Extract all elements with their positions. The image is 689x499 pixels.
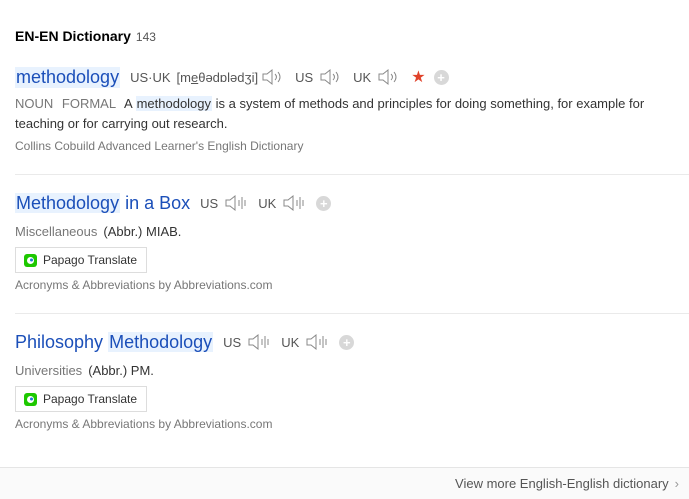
papago-icon: [24, 253, 37, 267]
entry-headline: Philosophy Methodology US UK +: [15, 329, 689, 355]
speaker-icon[interactable]: [261, 68, 287, 86]
papago-translate-button[interactable]: Papago Translate: [15, 247, 148, 273]
definition: NOUN FORMAL A methodology is a system of…: [15, 94, 687, 134]
pronunciation: US UK: [200, 194, 316, 212]
entry-philosophy-methodology: Philosophy Methodology US UK + Universit…: [15, 329, 689, 431]
papago-label: Papago Translate: [43, 253, 138, 267]
plus-icon[interactable]: +: [339, 334, 355, 350]
pronunciation: US·UK [meθədɒlədʒi] US UK: [130, 68, 411, 86]
abbreviation: (Abbr.) PM.: [88, 363, 154, 378]
view-more-link[interactable]: View more English-English dictionary ›: [455, 476, 679, 491]
us-label: US: [295, 69, 314, 85]
papago-label: Papago Translate: [43, 392, 138, 406]
headword-rest: in a Box: [125, 192, 191, 213]
speaker-icon[interactable]: [319, 68, 345, 86]
register-label: FORMAL: [61, 96, 117, 111]
entry-methodology: methodology US·UK [meθədɒlədʒi] US UK ★: [15, 64, 689, 153]
speaker-wave-icon[interactable]: [305, 333, 331, 351]
divider: [15, 313, 689, 314]
entry-headline: methodology US·UK [meθədɒlədʒi] US UK ★: [15, 64, 689, 90]
us-label: US: [200, 195, 219, 211]
uk-label: UK: [353, 69, 372, 85]
dictionary-source: Collins Cobuild Advanced Learner's Engli…: [15, 139, 304, 153]
headword-highlight: Methodology: [108, 331, 214, 352]
view-more-label: View more English-English dictionary: [455, 476, 669, 491]
speaker-wave-icon[interactable]: [224, 194, 250, 212]
uk-label: UK: [258, 195, 277, 211]
abbreviation: (Abbr.) MIAB.: [103, 224, 182, 239]
plus-icon[interactable]: +: [433, 69, 449, 85]
definition-headword: methodology: [135, 96, 213, 111]
star-icon[interactable]: ★: [411, 67, 425, 87]
pron-label: US·UK: [130, 69, 171, 85]
entry-methodology-in-a-box: Methodology in a Box US UK + Miscellaneo…: [15, 190, 689, 292]
papago-translate-button[interactable]: Papago Translate: [15, 386, 148, 412]
footer-bar: View more English-English dictionary ›: [0, 467, 689, 499]
category-label: Universities: [15, 363, 83, 378]
headword-highlight: Methodology: [15, 192, 121, 213]
us-label: US: [223, 334, 242, 350]
headword-first: Philosophy: [15, 331, 104, 352]
uk-label: UK: [281, 334, 300, 350]
speaker-wave-icon[interactable]: [247, 333, 273, 351]
chevron-right-icon: ›: [674, 476, 679, 491]
plus-icon[interactable]: +: [316, 195, 332, 211]
dictionary-header: EN-EN Dictionary 143: [15, 28, 156, 44]
definition-prefix: A: [123, 96, 132, 111]
headword-link[interactable]: Philosophy Methodology: [15, 331, 214, 353]
dictionary-source: Acronyms & Abbreviations by Abbreviation…: [15, 278, 273, 292]
divider: [15, 174, 689, 175]
speaker-icon[interactable]: [377, 68, 403, 86]
dictionary-source: Acronyms & Abbreviations by Abbreviation…: [15, 417, 273, 431]
speaker-wave-icon[interactable]: [282, 194, 308, 212]
dictionary-title: EN-EN Dictionary: [15, 28, 131, 44]
part-of-speech: NOUN: [15, 96, 54, 111]
result-count: 143: [135, 30, 156, 44]
entry-category: Universities (Abbr.) PM.: [15, 363, 689, 378]
entry-headline: Methodology in a Box US UK +: [15, 190, 689, 216]
headword-link[interactable]: Methodology in a Box: [15, 192, 191, 214]
papago-icon: [24, 392, 37, 406]
headword-link[interactable]: methodology: [15, 66, 121, 88]
ipa-text: [meθədɒlədʒi]: [176, 69, 259, 85]
entry-category: Miscellaneous (Abbr.) MIAB.: [15, 224, 689, 239]
category-label: Miscellaneous: [15, 224, 98, 239]
pronunciation: US UK: [223, 333, 339, 351]
